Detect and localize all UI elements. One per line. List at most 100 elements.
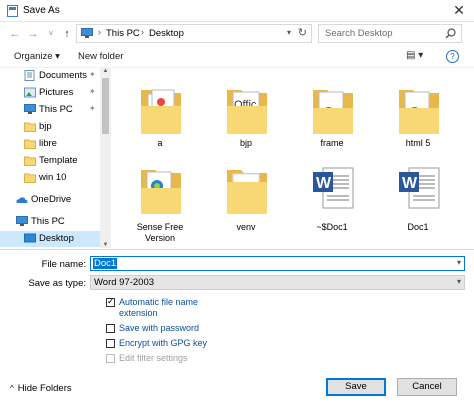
file-name: venv xyxy=(236,222,256,232)
breadcrumb-separator: › xyxy=(98,27,101,37)
hide-folders-button[interactable]: ^ Hide Folders xyxy=(10,383,72,394)
window-title: Save As xyxy=(23,5,60,16)
sidebar-item-label: This PC xyxy=(31,216,65,227)
sidebar-item-this-pc[interactable]: This PC xyxy=(0,214,100,230)
view-options-icon[interactable]: ▤ ▾ xyxy=(406,50,423,61)
folder-with-edge-icon: e xyxy=(313,90,353,134)
file-item-html-5[interactable]: e html 5 xyxy=(380,72,456,154)
edit-filter-option: Edit filter settings xyxy=(106,353,286,365)
word-document-icon: W xyxy=(313,167,354,209)
file-item-a[interactable]: a xyxy=(122,72,198,154)
file-name-field[interactable]: Doc1 ▾ xyxy=(90,256,465,271)
edit-filter-checkbox xyxy=(106,354,115,363)
file-name: html 5 xyxy=(405,138,431,148)
breadcrumb-separator: › xyxy=(141,27,144,37)
sidebar-scrollbar[interactable]: ▲ ▼ xyxy=(100,68,111,248)
file-name: bjp xyxy=(239,138,252,148)
chevron-down-icon[interactable]: ▾ xyxy=(287,28,291,37)
file-item-venv[interactable]: venv xyxy=(208,156,284,238)
save-type-value: Word 97-2003 xyxy=(94,277,155,288)
file-item-sense-free-version[interactable]: Sense Free Version xyxy=(122,156,198,243)
file-name: ~$Doc1 xyxy=(316,222,348,232)
scroll-down-icon[interactable]: ▼ xyxy=(101,242,110,248)
file-item-tmp-doc1[interactable]: W ~$Doc1 xyxy=(294,156,370,238)
encrypt-gpg-checkbox[interactable] xyxy=(106,339,115,348)
svg-text:W: W xyxy=(316,175,332,192)
file-name: a xyxy=(157,138,163,148)
chevron-down-icon[interactable]: ▾ xyxy=(457,258,461,267)
folder-icon xyxy=(24,173,36,183)
organize-button[interactable]: Organize ▾ xyxy=(14,51,60,62)
sidebar-item-bjp[interactable]: bjp xyxy=(0,119,100,135)
pin-icon: ✦ xyxy=(89,70,96,79)
pin-icon: ✦ xyxy=(89,104,96,113)
navigation-bar: ← → ˅ ↑ › This PC › Desktop ▾ ↻ Search D… xyxy=(0,22,474,46)
recent-locations-icon[interactable]: ˅ xyxy=(44,27,58,41)
new-folder-button[interactable]: New folder xyxy=(78,51,123,62)
sidebar-item-label: Desktop xyxy=(39,233,74,244)
close-icon[interactable]: ✕ xyxy=(452,3,466,17)
folder-with-office-icon: Offic xyxy=(227,90,267,134)
file-name: Sense Free Version xyxy=(136,222,184,243)
scrollbar-thumb[interactable] xyxy=(102,78,109,134)
forward-icon[interactable]: → xyxy=(26,27,40,41)
sidebar-item-template[interactable]: Template xyxy=(0,153,100,169)
save-button[interactable]: Save xyxy=(326,378,386,396)
help-icon[interactable]: ? xyxy=(446,50,459,63)
sidebar-item-label: OneDrive xyxy=(31,194,72,205)
pin-icon: ✦ xyxy=(89,87,96,96)
onedrive-icon xyxy=(16,197,28,203)
sidebar-item-label: Template xyxy=(39,155,78,166)
save-with-password-checkbox[interactable] xyxy=(106,324,115,333)
encrypt-gpg-option[interactable]: Encrypt with GPG key xyxy=(106,338,286,350)
auto-extension-label: Automatic file name extension xyxy=(119,297,199,318)
up-icon[interactable]: ↑ xyxy=(60,27,74,41)
search-placeholder: Search Desktop xyxy=(325,28,393,39)
word-document-icon: W xyxy=(399,167,440,209)
folder-icon xyxy=(24,156,36,166)
sidebar-item-label: This PC xyxy=(39,104,73,115)
folder-with-documents-icon xyxy=(141,170,181,214)
file-item-frame[interactable]: e frame xyxy=(294,72,370,154)
breadcrumb-this-pc[interactable]: This PC xyxy=(106,28,140,39)
sidebar-item-label: Documents xyxy=(39,70,88,81)
svg-text:W: W xyxy=(402,175,418,192)
hide-folders-label: Hide Folders xyxy=(17,383,72,394)
search-input[interactable]: Search Desktop xyxy=(318,24,462,43)
sidebar-item-pictures[interactable]: Pictures ✦ xyxy=(0,85,100,101)
sidebar-item-win-10[interactable]: win 10 xyxy=(0,170,100,186)
file-item-doc1[interactable]: W Doc1 xyxy=(380,156,456,238)
chevron-up-icon: ^ xyxy=(10,384,14,393)
title-bar: Save As ✕ xyxy=(0,0,474,22)
file-name: Doc1 xyxy=(407,222,429,232)
save-type-label: Save as type: xyxy=(28,278,86,289)
file-name: frame xyxy=(320,138,344,148)
auto-extension-option[interactable]: Automatic file name extension xyxy=(106,296,286,321)
desktop-icon xyxy=(24,233,36,243)
sidebar-item-this-pc-quick[interactable]: This PC ✦ xyxy=(0,102,100,118)
folder-with-edge-icon: e xyxy=(399,90,439,134)
refresh-icon[interactable]: ↻ xyxy=(298,26,307,39)
chevron-down-icon[interactable]: ▾ xyxy=(457,277,461,286)
file-item-bjp[interactable]: Offic bjp xyxy=(208,72,284,154)
pc-icon xyxy=(81,28,93,38)
back-icon[interactable]: ← xyxy=(8,27,22,41)
sidebar-item-onedrive[interactable]: OneDrive xyxy=(0,192,100,208)
pc-icon xyxy=(16,216,28,226)
sidebar-item-libre[interactable]: libre xyxy=(0,136,100,152)
save-type-select[interactable]: Word 97-2003 ▾ xyxy=(90,275,465,290)
sidebar-item-desktop[interactable]: Desktop xyxy=(0,231,100,247)
breadcrumb-desktop[interactable]: Desktop xyxy=(149,28,184,39)
cancel-button[interactable]: Cancel xyxy=(397,378,457,396)
file-name-label: File name: xyxy=(41,259,86,270)
auto-extension-checkbox[interactable] xyxy=(106,296,115,307)
folder-icon xyxy=(24,139,36,149)
sidebar-item-label: Pictures xyxy=(39,87,74,98)
file-name-value: Doc1 xyxy=(93,258,118,269)
save-with-password-option[interactable]: Save with password xyxy=(106,323,286,335)
encrypt-gpg-label: Encrypt with GPG key xyxy=(119,338,208,348)
file-list: a Offic bjp e frame e html 5 xyxy=(112,68,474,248)
sidebar-item-documents[interactable]: Documents ✦ xyxy=(0,68,100,84)
address-bar[interactable]: › This PC › Desktop ▾ ↻ xyxy=(76,24,312,43)
scroll-up-icon[interactable]: ▲ xyxy=(101,68,110,74)
